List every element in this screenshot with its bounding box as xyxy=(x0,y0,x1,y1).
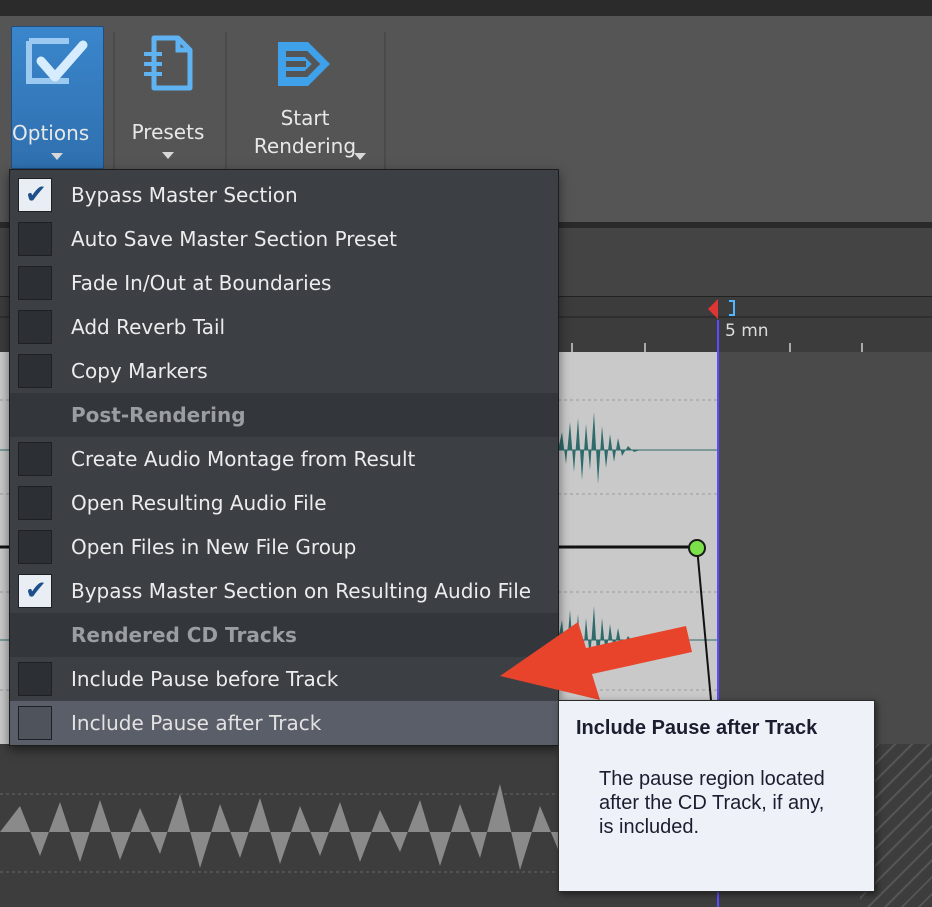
menu-item-copy-markers[interactable]: Copy Markers xyxy=(10,349,558,393)
annotation-arrow-icon xyxy=(500,622,692,700)
chevron-down-icon xyxy=(51,153,63,160)
options-dropdown-menu: ✔ Bypass Master Section Auto Save Master… xyxy=(9,169,559,746)
menu-item-bypass-master-section[interactable]: ✔ Bypass Master Section xyxy=(10,173,558,217)
menu-item-label: Auto Save Master Section Preset xyxy=(71,227,397,251)
checkbox[interactable] xyxy=(18,662,52,696)
checkmark-icon: ✔ xyxy=(25,180,47,210)
checkbox[interactable] xyxy=(18,706,52,740)
checkbox[interactable] xyxy=(18,310,52,344)
menu-item-label: Add Reverb Tail xyxy=(71,315,226,339)
section-header-label: Post-Rendering xyxy=(71,403,246,427)
checkbox-checked[interactable]: ✔ xyxy=(18,574,52,608)
empty-track-area xyxy=(718,352,932,744)
menu-section-rendered-cd-tracks: Rendered CD Tracks xyxy=(10,613,558,657)
menu-item-label: Bypass Master Section on Resulting Audio… xyxy=(71,579,532,603)
menu-item-label: Copy Markers xyxy=(71,359,208,383)
envelope-point-icon[interactable] xyxy=(686,537,708,559)
checkbox-checked[interactable]: ✔ xyxy=(18,178,52,212)
menu-item-label: Bypass Master Section xyxy=(71,183,298,207)
end-marker-icon[interactable] xyxy=(706,297,742,321)
checkbox[interactable] xyxy=(18,354,52,388)
presets-button[interactable]: Presets xyxy=(120,26,216,167)
menu-item-open-resulting-audio-file[interactable]: Open Resulting Audio File xyxy=(10,481,558,525)
toolbar-separator xyxy=(113,32,115,192)
menu-item-open-files-new-group[interactable]: Open Files in New File Group xyxy=(10,525,558,569)
menu-item-create-audio-montage[interactable]: Create Audio Montage from Result xyxy=(10,437,558,481)
start-rendering-button[interactable]: Start Rendering xyxy=(232,26,378,167)
menu-item-label: Include Pause after Track xyxy=(71,711,322,735)
menu-item-label: Create Audio Montage from Result xyxy=(71,447,416,471)
render-icon xyxy=(278,42,330,86)
toolbar-separator xyxy=(384,32,386,192)
section-header-label: Rendered CD Tracks xyxy=(71,623,297,647)
presets-label: Presets xyxy=(131,120,205,144)
checkmark-icon: ✔ xyxy=(25,576,47,606)
tooltip-body: The pause region located after the CD Tr… xyxy=(599,768,825,838)
menu-item-fade-in-out[interactable]: Fade In/Out at Boundaries xyxy=(10,261,558,305)
menu-item-label: Open Files in New File Group xyxy=(71,535,357,559)
chevron-down-icon xyxy=(162,152,174,159)
checkbox[interactable] xyxy=(18,266,52,300)
checkbox[interactable] xyxy=(18,486,52,520)
start-rendering-label-1: Start xyxy=(280,106,330,130)
menu-item-include-pause-before[interactable]: Include Pause before Track xyxy=(10,657,558,701)
menu-section-post-rendering: Post-Rendering xyxy=(10,393,558,437)
menu-item-label: Fade In/Out at Boundaries xyxy=(71,271,332,295)
checkbox[interactable] xyxy=(18,530,52,564)
chevron-down-icon xyxy=(354,153,366,160)
menu-item-include-pause-after[interactable]: Include Pause after Track xyxy=(10,701,558,745)
options-button[interactable]: Options xyxy=(11,26,104,169)
checkbox[interactable] xyxy=(18,442,52,476)
checkbox[interactable] xyxy=(18,222,52,256)
toolbar-separator xyxy=(225,32,227,192)
menu-item-label: Open Resulting Audio File xyxy=(71,491,327,515)
menu-item-auto-save-preset[interactable]: Auto Save Master Section Preset xyxy=(10,217,558,261)
menu-item-label: Include Pause before Track xyxy=(71,667,339,691)
title-strip xyxy=(0,0,932,16)
menu-item-bypass-master-on-result[interactable]: ✔ Bypass Master Section on Resulting Aud… xyxy=(10,569,558,613)
tooltip: Include Pause after Track The pause regi… xyxy=(558,700,875,892)
options-check-icon xyxy=(26,38,88,84)
presets-document-icon xyxy=(144,35,193,91)
menu-item-add-reverb-tail[interactable]: Add Reverb Tail xyxy=(10,305,558,349)
options-label: Options xyxy=(12,121,90,145)
tooltip-title: Include Pause after Track xyxy=(576,717,818,739)
